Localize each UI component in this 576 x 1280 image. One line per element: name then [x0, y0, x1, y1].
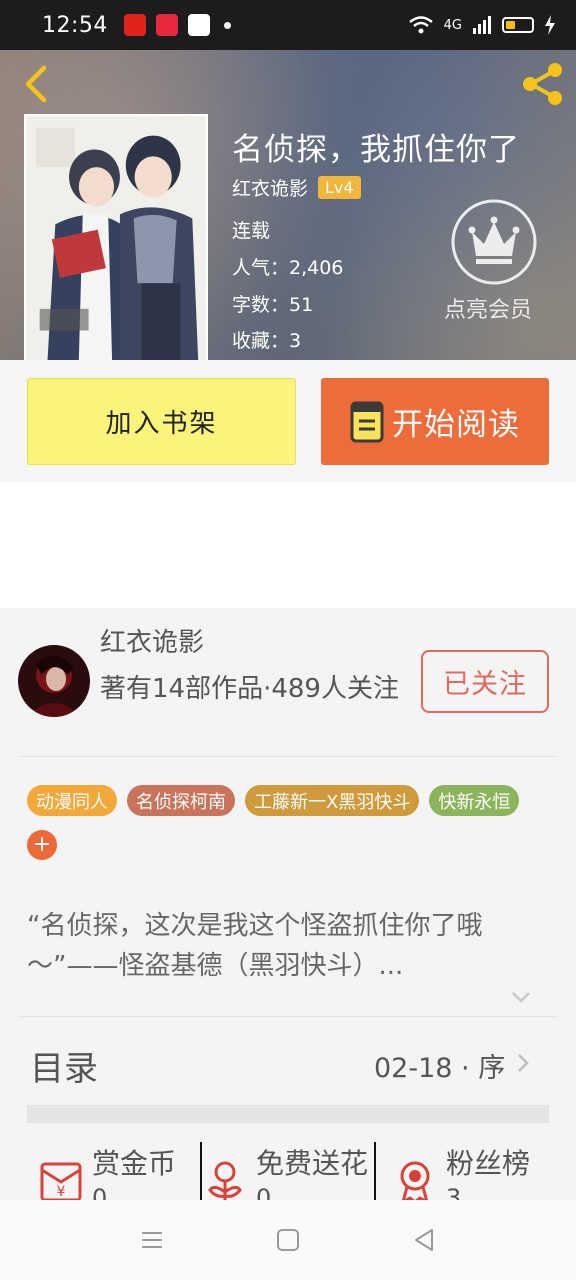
chevron-down-icon[interactable] — [510, 990, 532, 1004]
book-cover-illustration — [26, 116, 206, 360]
system-nav-bar — [0, 1200, 576, 1280]
follow-button[interactable]: 已关注 — [421, 650, 549, 713]
svg-text:¥: ¥ — [57, 1184, 66, 1200]
divider — [18, 1016, 558, 1017]
section-separator — [27, 1105, 549, 1123]
toc-latest-chapter[interactable]: 02-18 · 序 — [374, 1046, 505, 1085]
envelope-yen-icon: ¥ — [40, 1162, 82, 1202]
book-header: 名侦探，我抓住你了 红衣诡影 Lv4 连载 人气：2,406 字数：51 收藏：… — [0, 50, 576, 360]
app-icon-baidu — [187, 14, 210, 36]
toc-label[interactable]: 目录 — [30, 1041, 98, 1090]
status-app-icons — [123, 14, 231, 36]
add-to-shelf-button[interactable]: 加入书架 — [27, 378, 296, 465]
vip-label[interactable]: 点亮会员 — [444, 292, 532, 324]
level-badge: Lv4 — [318, 176, 361, 199]
crown-icon[interactable] — [450, 198, 538, 286]
back-icon[interactable] — [410, 1226, 438, 1254]
network-type: 4G — [443, 17, 462, 33]
serial-status: 连载 — [232, 220, 271, 242]
charging-icon — [545, 15, 555, 35]
word-count: 字数：51 — [232, 294, 314, 316]
app-icon-xiaohongshu — [155, 14, 178, 36]
action-bar: 加入书架 开始阅读 — [0, 360, 576, 482]
popularity-count: 人气：2,406 — [232, 257, 344, 279]
divider — [18, 756, 558, 757]
book-description[interactable]: “名侦探，这次是我这个怪盗抓住你了哦～”——怪盗基德（黑羽快斗）... — [27, 906, 547, 986]
separator-line — [374, 1142, 376, 1200]
author-section: 红衣诡影 著有14部作品·489人关注 已关注 动漫同人 名侦探柯南 工藤新一X… — [0, 608, 576, 1212]
tag-chip[interactable]: 动漫同人 — [27, 785, 117, 816]
start-reading-button[interactable]: 开始阅读 — [321, 378, 549, 465]
notification-dot — [223, 21, 231, 29]
book-cover[interactable] — [24, 114, 208, 360]
home-icon[interactable] — [274, 1226, 302, 1254]
share-icon[interactable] — [518, 60, 566, 108]
status-bar: 12:54 4G — [0, 0, 576, 50]
book-icon — [350, 401, 384, 442]
fan-ranking-label: 粉丝榜 — [446, 1147, 531, 1180]
send-flower-label: 免费送花 — [256, 1147, 369, 1180]
status-indicators: 4G — [408, 15, 556, 35]
chevron-right-icon[interactable] — [516, 1052, 530, 1074]
avatar-image — [18, 645, 90, 717]
tag-chip[interactable]: 工藤新一X黑羽快斗 — [245, 785, 420, 816]
start-reading-label: 开始阅读 — [392, 407, 520, 443]
author-avatar[interactable] — [18, 645, 90, 717]
separator-line — [200, 1142, 202, 1200]
tag-chip[interactable]: 快新永恒 — [429, 785, 520, 816]
reward-coins-label: 赏金币 — [92, 1147, 177, 1180]
book-title: 名侦探，我抓住你了 — [232, 132, 520, 168]
author-name-link[interactable]: 红衣诡影 — [232, 174, 308, 201]
tag-list: 动漫同人 名侦探柯南 工藤新一X黑羽快斗 快新永恒 + — [27, 785, 557, 860]
add-tag-button[interactable]: + — [27, 830, 57, 860]
author-name[interactable]: 红衣诡影 — [100, 622, 204, 659]
status-time: 12:54 — [42, 12, 108, 38]
medal-icon — [400, 1161, 430, 1204]
app-icon-red — [123, 14, 146, 36]
author-works: 著有14部作品·489人关注 — [100, 674, 399, 704]
wifi-icon — [408, 16, 433, 34]
tag-chip[interactable]: 名侦探柯南 — [127, 785, 235, 816]
signal-icon — [473, 16, 491, 34]
favorites-count: 收藏：3 — [232, 330, 302, 352]
flower-icon — [208, 1161, 242, 1202]
battery-icon — [502, 17, 534, 33]
author-line: 红衣诡影 Lv4 — [232, 174, 361, 201]
back-arrow-icon[interactable] — [18, 64, 54, 104]
menu-icon[interactable] — [138, 1226, 166, 1254]
